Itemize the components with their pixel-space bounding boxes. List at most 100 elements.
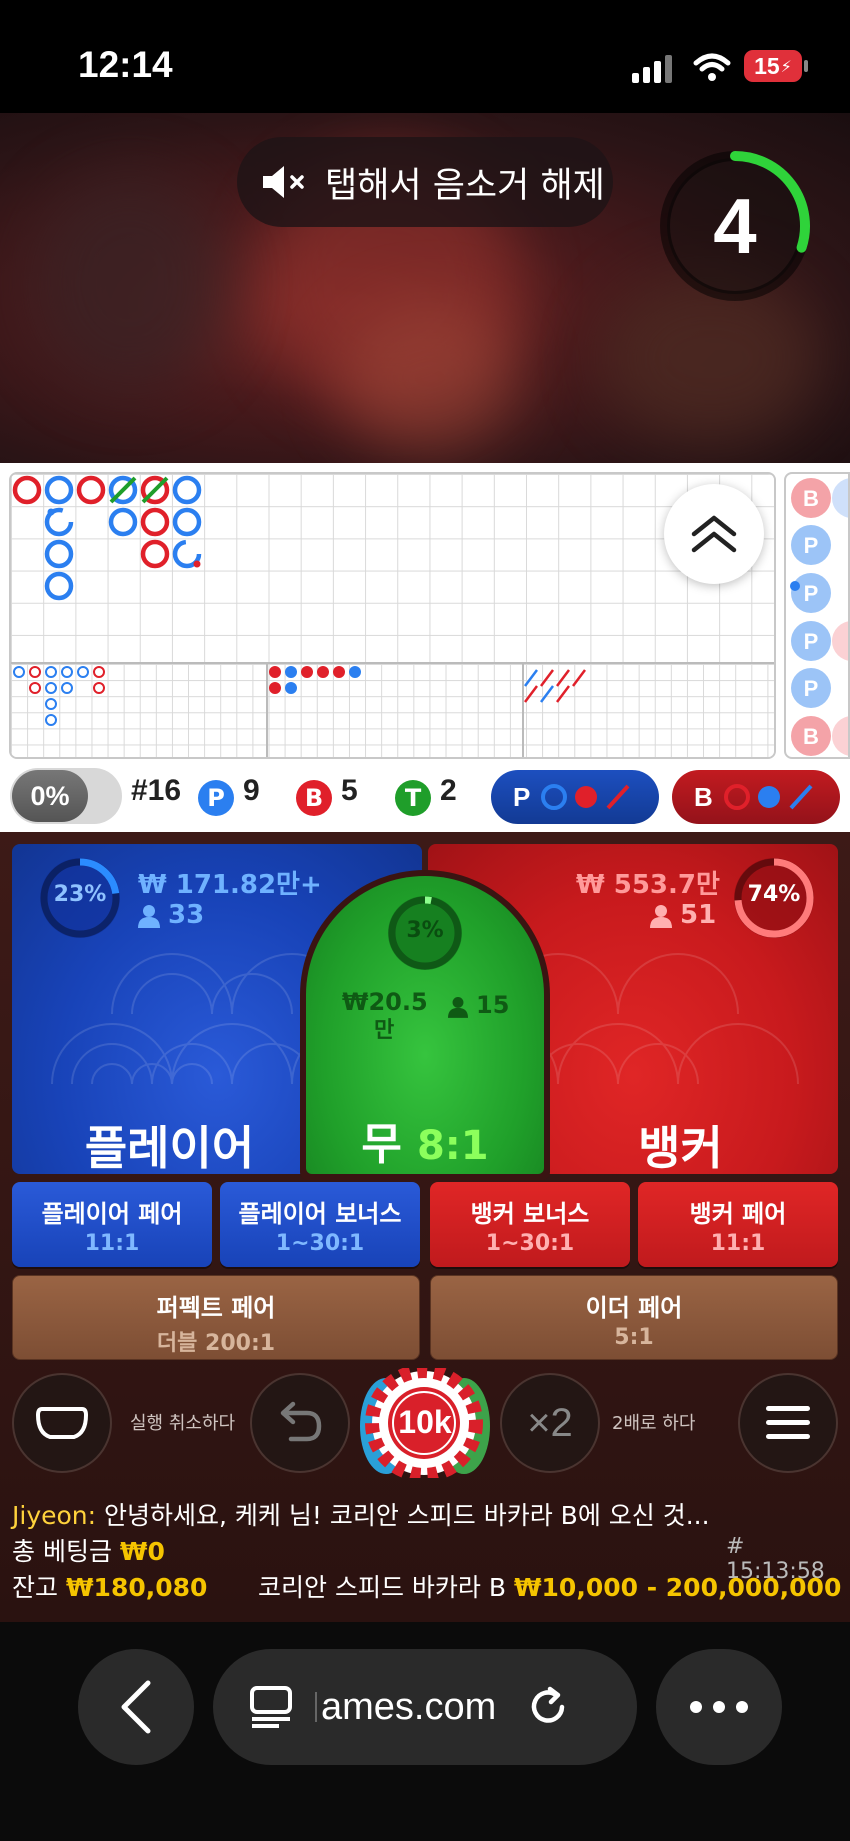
player-pair-bet[interactable]: 플레이어 페어 11:1 <box>12 1182 212 1267</box>
pair-bet-title: 이더 페어 <box>585 1294 683 1322</box>
banker-prediction-letter: B <box>694 781 713 812</box>
tie-label: 무 <box>361 1119 402 1170</box>
battery-level: 15 <box>754 52 780 79</box>
balance-label: 잔고 <box>12 1573 59 1602</box>
player-user-count: 33 <box>168 900 205 930</box>
svg-text:P: P <box>804 533 819 558</box>
undo-icon <box>280 1401 322 1442</box>
prediction-markers-icon <box>541 784 630 810</box>
banker-bonus-bet[interactable]: 뱅커 보너스 1~30:1 <box>430 1182 630 1267</box>
player-pct: 23% <box>53 882 107 907</box>
banker-count: 5 <box>341 774 358 807</box>
prediction-markers-icon <box>723 784 813 810</box>
table-limits: ₩10,000 - 200,000,000 <box>513 1573 842 1602</box>
tie-bet-spot[interactable]: 3% ₩20.5 만 15 무 8:1 <box>300 870 550 1180</box>
win-percentage-toggle[interactable]: 0% <box>10 768 122 824</box>
chip-value: 10k <box>398 1404 452 1440</box>
chip-selector[interactable]: 10k <box>358 1364 492 1482</box>
table-name: 코리안 스피드 바카라 B <box>258 1573 506 1602</box>
battery-icon: 15 ⚡ <box>744 50 802 82</box>
chat-message[interactable]: Jiyeon: 안녕하세요, 케케 님! 코리안 스피드 바카라 B에 오신 것… <box>12 1496 710 1532</box>
banker-pair-bet[interactable]: 뱅커 페어 11:1 <box>638 1182 838 1267</box>
side-bet-odds: 1~30:1 <box>275 1231 365 1256</box>
table-info[interactable]: 코리안 스피드 바카라 B ₩10,000 - 200,000,000 <box>258 1568 841 1604</box>
side-bet-odds: 1~30:1 <box>485 1231 575 1256</box>
player-count-badge: P <box>198 780 234 816</box>
double-label: 2배로 하다 <box>612 1413 696 1434</box>
tie-bet-amount-unit: 만 <box>374 1018 395 1043</box>
balance: 잔고 ₩180,080 <box>12 1568 207 1604</box>
double-symbol: ×2 <box>527 1400 573 1445</box>
banker-label: 뱅커 <box>638 1121 723 1174</box>
back-button[interactable] <box>78 1649 194 1765</box>
bead-plate[interactable]: B P P P P B <box>784 472 850 759</box>
banker-count-badge: B <box>296 780 332 816</box>
url-text: ames.com <box>321 1685 497 1728</box>
stats-bar: 0% #16 P 9 B 5 T 2 P B <box>0 760 850 832</box>
browser-toolbar: ames.com <box>0 1622 850 1841</box>
player-bonus-bet[interactable]: 플레이어 보너스 1~30:1 <box>220 1182 420 1267</box>
balance-value: ₩180,080 <box>65 1573 208 1602</box>
user-icon <box>448 997 468 1018</box>
tie-user-count: 15 <box>476 991 510 1019</box>
side-bet-odds: 11:1 <box>84 1231 140 1256</box>
side-bet-title: 뱅커 페어 <box>689 1200 787 1228</box>
total-bet-label: 총 베팅금 <box>12 1537 112 1566</box>
round-number: #16 <box>131 774 182 807</box>
perfect-pair-bet[interactable]: 퍼펙트 페어 더블 200:1 <box>12 1275 420 1360</box>
either-pair-bet[interactable]: 이더 페어 5:1 <box>430 1275 838 1360</box>
reload-icon[interactable] <box>526 1685 570 1729</box>
table-view-button[interactable] <box>12 1373 112 1473</box>
double-button[interactable]: ×2 <box>500 1373 600 1473</box>
chevron-left-icon <box>121 1680 151 1734</box>
banker-user-count: 51 <box>680 900 717 930</box>
svg-text:P: P <box>804 629 819 654</box>
pair-bet-odds: 5:1 <box>614 1325 654 1350</box>
banker-prediction-button[interactable]: B <box>672 770 840 824</box>
expand-roadmap-button[interactable] <box>664 484 764 584</box>
side-bet-title: 플레이어 보너스 <box>238 1200 402 1228</box>
status-time: 12:14 <box>78 44 173 85</box>
svg-text:B: B <box>803 724 819 749</box>
side-bet-title: 뱅커 보너스 <box>470 1200 590 1228</box>
more-button[interactable] <box>656 1649 782 1765</box>
tie-pct: 3% <box>406 918 444 943</box>
tie-count: 2 <box>440 774 457 807</box>
total-bet-value: ₩0 <box>119 1537 165 1566</box>
derived-roads <box>13 666 586 726</box>
muted-speaker-icon <box>263 166 304 198</box>
svg-text:B: B <box>803 486 819 511</box>
signal-icon <box>632 55 672 83</box>
table-shape-icon <box>35 1407 89 1439</box>
round-countdown: 4 <box>655 146 815 306</box>
double-chevron-up-icon <box>691 515 737 553</box>
unmute-text: 탭해서 음소거 해제 <box>325 165 605 206</box>
menu-button[interactable] <box>738 1373 838 1473</box>
win-percentage: 0% <box>30 780 70 811</box>
hamburger-menu-icon <box>766 1406 810 1439</box>
undo-button[interactable] <box>250 1373 350 1473</box>
side-bet-odds: 11:1 <box>710 1231 766 1256</box>
pair-bet-title: 퍼펙트 페어 <box>156 1294 276 1322</box>
user-icon <box>650 905 672 928</box>
banker-pct: 74% <box>747 882 801 907</box>
unmute-button[interactable]: 탭해서 음소거 해제 <box>237 137 613 227</box>
svg-text:P: P <box>804 676 819 701</box>
player-count: 9 <box>243 774 260 807</box>
tie-odds: 8:1 <box>416 1123 489 1169</box>
status-bar: 12:14 15 ⚡ <box>0 0 850 113</box>
side-bet-title: 플레이어 페어 <box>41 1200 183 1228</box>
banker-bet-amount: ₩ 553.7만 <box>576 870 720 900</box>
total-bet: 총 베팅금 ₩0 <box>12 1532 165 1568</box>
big-road[interactable] <box>9 472 776 759</box>
chat-user: Jiyeon: <box>12 1501 97 1530</box>
address-bar[interactable]: ames.com <box>213 1649 637 1765</box>
bead-road-circles <box>11 474 774 662</box>
tie-count-badge: T <box>395 780 431 816</box>
player-prediction-button[interactable]: P <box>491 770 659 824</box>
player-bet-amount: ₩ 171.82만+ <box>138 870 322 900</box>
player-prediction-letter: P <box>513 781 531 812</box>
more-dots-icon <box>690 1701 748 1713</box>
countdown-number: 4 <box>713 181 757 270</box>
user-icon <box>138 905 160 928</box>
